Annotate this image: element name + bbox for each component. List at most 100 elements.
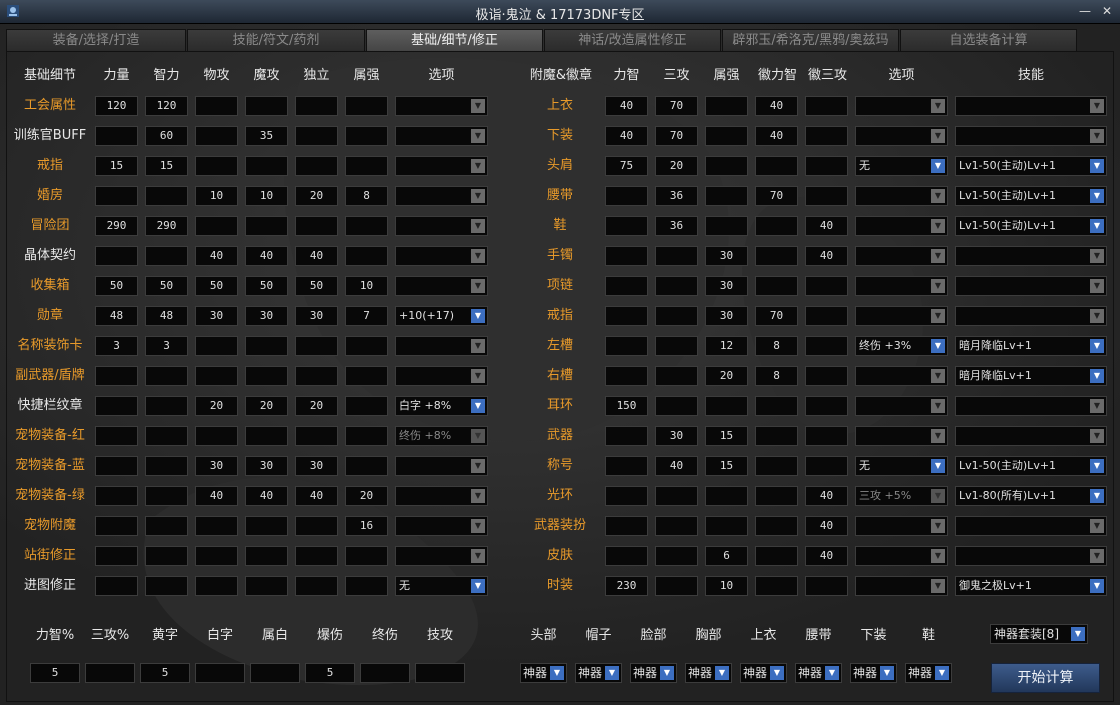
right-row-field[interactable] <box>705 396 748 416</box>
left-row-option-select[interactable]: ▼ <box>395 486 488 506</box>
left-row-field[interactable]: 20 <box>245 396 288 416</box>
right-row-field[interactable] <box>805 336 848 356</box>
left-row-field[interactable] <box>95 366 138 386</box>
left-row-field[interactable]: 50 <box>195 276 238 296</box>
left-row-field[interactable] <box>295 156 338 176</box>
left-row-option-select[interactable]: ▼ <box>395 246 488 266</box>
right-row-field[interactable]: 40 <box>605 96 648 116</box>
tab-3[interactable]: 基础/细节/修正 <box>366 29 543 51</box>
bottom-field[interactable] <box>415 663 465 683</box>
left-row-field[interactable] <box>345 576 388 596</box>
right-row-field[interactable]: 40 <box>805 486 848 506</box>
right-row-field[interactable] <box>755 156 798 176</box>
left-row-field[interactable] <box>145 246 188 266</box>
right-row-field[interactable] <box>755 426 798 446</box>
bottom-field[interactable] <box>85 663 135 683</box>
left-row-field[interactable] <box>345 366 388 386</box>
right-row-field[interactable]: 40 <box>805 516 848 536</box>
left-row-field[interactable]: 120 <box>145 96 188 116</box>
left-row-field[interactable] <box>195 216 238 236</box>
right-row-field[interactable] <box>605 246 648 266</box>
right-row-option-select[interactable]: 无 ▼ <box>855 156 948 176</box>
right-row-field[interactable] <box>655 396 698 416</box>
left-row-option-select[interactable]: ▼ <box>395 546 488 566</box>
set-select[interactable]: 神器套装[8] ▼ <box>990 624 1088 644</box>
right-row-skill-select[interactable]: Lv1-50(主动)Lv+1 ▼ <box>955 156 1107 176</box>
left-row-field[interactable] <box>95 576 138 596</box>
left-row-option-select[interactable]: 无 ▼ <box>395 576 488 596</box>
right-row-field[interactable]: 40 <box>805 546 848 566</box>
right-row-field[interactable] <box>705 186 748 206</box>
right-row-field[interactable] <box>805 276 848 296</box>
left-row-field[interactable] <box>345 396 388 416</box>
left-row-field[interactable] <box>345 216 388 236</box>
left-row-field[interactable]: 40 <box>295 486 338 506</box>
right-row-field[interactable] <box>755 216 798 236</box>
right-row-field[interactable] <box>755 456 798 476</box>
close-button[interactable]: ✕ <box>1099 3 1115 19</box>
left-row-field[interactable] <box>145 366 188 386</box>
slot-select[interactable]: 神器 ▼ <box>520 663 567 683</box>
right-row-field[interactable]: 6 <box>705 546 748 566</box>
right-row-field[interactable]: 15 <box>705 456 748 476</box>
right-row-field[interactable] <box>655 486 698 506</box>
right-row-option-select[interactable]: ▼ <box>855 306 948 326</box>
right-row-field[interactable] <box>605 216 648 236</box>
calculate-button[interactable]: 开始计算 <box>991 663 1100 693</box>
tab-6[interactable]: 自选装备计算 <box>900 29 1077 51</box>
left-row-field[interactable] <box>345 546 388 566</box>
right-row-field[interactable] <box>805 156 848 176</box>
left-row-field[interactable] <box>95 246 138 266</box>
left-row-option-select[interactable]: ▼ <box>395 156 488 176</box>
left-row-field[interactable] <box>245 576 288 596</box>
left-row-field[interactable] <box>145 186 188 206</box>
left-row-field[interactable] <box>145 516 188 536</box>
right-row-skill-select[interactable]: ▼ <box>955 96 1107 116</box>
right-row-field[interactable] <box>605 426 648 446</box>
left-row-option-select[interactable]: ▼ <box>395 336 488 356</box>
right-row-skill-select[interactable]: Lv1-80(所有)Lv+1 ▼ <box>955 486 1107 506</box>
left-row-field[interactable] <box>295 426 338 446</box>
left-row-field[interactable]: 50 <box>245 276 288 296</box>
right-row-field[interactable]: 36 <box>655 216 698 236</box>
left-row-field[interactable] <box>345 156 388 176</box>
right-row-field[interactable]: 30 <box>705 246 748 266</box>
right-row-field[interactable] <box>755 516 798 536</box>
left-row-field[interactable] <box>145 546 188 566</box>
left-row-field[interactable]: 10 <box>245 186 288 206</box>
left-row-field[interactable] <box>245 426 288 446</box>
left-row-field[interactable]: 48 <box>145 306 188 326</box>
right-row-field[interactable]: 15 <box>705 426 748 446</box>
left-row-field[interactable]: 40 <box>295 246 338 266</box>
left-row-field[interactable]: 10 <box>195 186 238 206</box>
left-row-field[interactable] <box>295 516 338 536</box>
left-row-field[interactable]: 16 <box>345 516 388 536</box>
left-row-field[interactable] <box>195 336 238 356</box>
slot-select[interactable]: 神器 ▼ <box>685 663 732 683</box>
right-row-field[interactable] <box>805 396 848 416</box>
right-row-field[interactable] <box>755 486 798 506</box>
right-row-field[interactable] <box>755 546 798 566</box>
right-row-option-select[interactable]: ▼ <box>855 126 948 146</box>
right-row-field[interactable] <box>705 216 748 236</box>
left-row-field[interactable]: 290 <box>95 216 138 236</box>
right-row-field[interactable] <box>755 576 798 596</box>
right-row-field[interactable] <box>655 546 698 566</box>
right-row-field[interactable]: 8 <box>755 366 798 386</box>
left-row-option-select[interactable]: ▼ <box>395 96 488 116</box>
left-row-field[interactable]: 30 <box>245 456 288 476</box>
right-row-option-select[interactable]: ▼ <box>855 546 948 566</box>
right-row-field[interactable] <box>705 156 748 176</box>
left-row-field[interactable] <box>295 336 338 356</box>
right-row-field[interactable] <box>605 306 648 326</box>
left-row-field[interactable]: 20 <box>295 396 338 416</box>
left-row-option-select[interactable]: ▼ <box>395 366 488 386</box>
right-row-field[interactable] <box>755 246 798 266</box>
right-row-field[interactable]: 20 <box>655 156 698 176</box>
left-row-field[interactable] <box>345 336 388 356</box>
left-row-field[interactable]: 7 <box>345 306 388 326</box>
right-row-field[interactable] <box>605 336 648 356</box>
left-row-field[interactable]: 8 <box>345 186 388 206</box>
right-row-option-select[interactable]: ▼ <box>855 186 948 206</box>
left-row-field[interactable] <box>145 396 188 416</box>
